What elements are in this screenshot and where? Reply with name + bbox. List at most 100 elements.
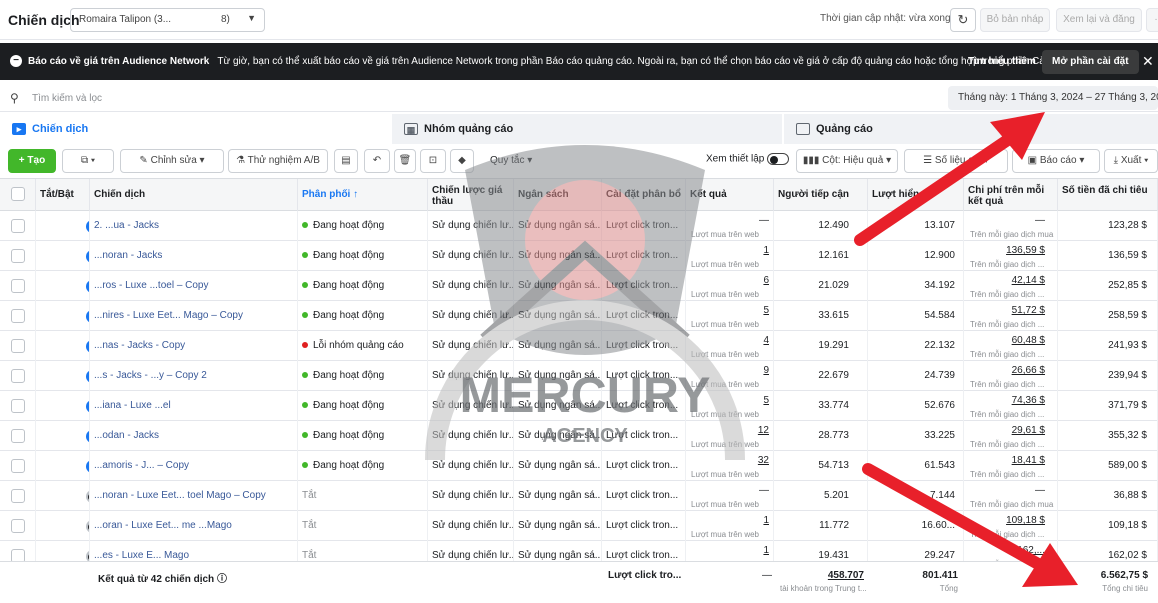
date-range-picker[interactable]: Tháng này: 1 Tháng 3, 2024 – 27 Tháng 3,… (948, 86, 1158, 110)
campaign-name[interactable]: ...s - Jacks - ...y – Copy 2 (90, 361, 298, 391)
rules-dropdown[interactable]: Quy tắc ▾ (490, 155, 532, 166)
table-row[interactable]: ...s - Jacks - ...y – Copy 2 Đang hoạt đ… (0, 361, 1158, 391)
results-value[interactable]: 9 (763, 365, 769, 376)
results-value[interactable]: — (759, 215, 769, 226)
col-impressions[interactable]: Lượt hiển (868, 179, 964, 211)
table-row[interactable]: ...nires - Luxe Eet... Mago – Copy Đang … (0, 301, 1158, 331)
results-value[interactable]: 5 (763, 395, 769, 406)
search-input[interactable]: Tìm kiếm và lọc (32, 93, 102, 104)
discard-drafts-button[interactable]: Bỏ bản nháp (980, 8, 1050, 32)
cost-per-result-value[interactable]: — (1035, 215, 1045, 226)
columns-dropdown[interactable]: ▮▮▮ Cột: Hiệu quả ▾ (796, 149, 898, 173)
cost-per-result-value[interactable]: 26,66 $ (1012, 365, 1045, 376)
clipboard-button[interactable]: ▤ (334, 149, 358, 173)
campaign-name[interactable]: ...noran - Jacks (90, 241, 298, 271)
ab-test-button[interactable]: ⚗ Thử nghiệm A/B (228, 149, 328, 173)
results-value[interactable]: 1 (763, 515, 769, 526)
breakdown-dropdown[interactable]: ☰ Số liệu chi ▾ (904, 149, 1008, 173)
col-results[interactable]: Kết quả (686, 179, 774, 211)
table-row[interactable]: ...oran - Luxe Eet... me ...Mago Tắt Sử … (0, 511, 1158, 541)
delete-button[interactable]: 🗑 (394, 149, 416, 173)
cost-per-result-value[interactable]: 60,48 $ (1012, 335, 1045, 346)
results-value[interactable]: 1 (763, 545, 769, 556)
campaign-name[interactable]: ...ros - Luxe ...toel – Copy (90, 271, 298, 301)
create-button[interactable]: + Tạo (8, 149, 56, 173)
row-checkbox[interactable] (11, 459, 25, 473)
row-checkbox[interactable] (11, 339, 25, 353)
col-campaign[interactable]: Chiến dịch (90, 179, 298, 211)
row-checkbox[interactable] (11, 519, 25, 533)
results-value[interactable]: 6 (763, 275, 769, 286)
cost-per-result-value[interactable]: 74,36 $ (1012, 395, 1045, 406)
learn-more-link[interactable]: Tìm hiểu thêm (968, 56, 1036, 67)
cost-per-result-value[interactable]: 136,59 $ (1006, 245, 1045, 256)
row-checkbox[interactable] (11, 369, 25, 383)
row-checkbox[interactable] (11, 489, 25, 503)
view-setup-toggle[interactable]: Xem thiết lập (706, 153, 790, 165)
cost-per-result-value[interactable]: 162,... (1017, 545, 1045, 556)
reports-dropdown[interactable]: ▣ Báo cáo ▾ (1012, 149, 1100, 173)
totals-reach[interactable]: 458.707 (826, 570, 864, 581)
tab-ads[interactable]: Quảng cáo (784, 114, 1158, 144)
campaign-name[interactable]: ...oran - Luxe Eet... me ...Mago (90, 511, 298, 541)
export-dropdown[interactable]: ⤓ Xuất ▾ (1104, 149, 1158, 173)
campaign-name[interactable]: ...iana - Luxe ...el (90, 391, 298, 421)
preview-button[interactable]: ⊡ (420, 149, 446, 173)
row-checkbox[interactable] (11, 249, 25, 263)
col-budget[interactable]: Ngân sách (514, 179, 602, 211)
row-checkbox[interactable] (11, 309, 25, 323)
row-select-cell (0, 511, 36, 541)
cost-per-result-value[interactable]: 18,41 $ (1012, 455, 1045, 466)
duplicate-button[interactable]: ⧉ ▾ (62, 149, 114, 173)
col-onoff[interactable]: Tắt/Bật (36, 179, 90, 211)
more-button[interactable]: · (1146, 8, 1158, 32)
tab-campaigns[interactable]: ▸ Chiến dịch (0, 114, 390, 144)
results-value[interactable]: — (759, 485, 769, 496)
row-checkbox[interactable] (11, 399, 25, 413)
row-checkbox[interactable] (11, 279, 25, 293)
refresh-button[interactable]: ↻ (950, 8, 976, 32)
table-row[interactable]: ...amoris - J... – Copy Đang hoạt động S… (0, 451, 1158, 481)
campaign-name[interactable]: ...odan - Jacks (90, 421, 298, 451)
select-all-checkbox[interactable] (11, 187, 25, 201)
cost-per-result-value[interactable]: 109,18 $ (1006, 515, 1045, 526)
cost-per-result-value[interactable]: 51,72 $ (1012, 305, 1045, 316)
cost-per-result-value[interactable]: 42,14 $ (1012, 275, 1045, 286)
col-bid-strategy[interactable]: Chiến lược giá thầu (428, 179, 514, 211)
table-row[interactable]: 2. ...ua - Jacks Đang hoạt động Sử dụng … (0, 211, 1158, 241)
table-row[interactable]: ...ros - Luxe ...toel – Copy Đang hoạt đ… (0, 271, 1158, 301)
cost-per-result-value[interactable]: 29,61 $ (1012, 425, 1045, 436)
tab-adsets[interactable]: ▦ Nhóm quảng cáo (392, 114, 782, 144)
account-selector[interactable]: Romaira Talipon (3... 8) ▼ (70, 8, 265, 32)
campaign-name[interactable]: 2. ...ua - Jacks (90, 211, 298, 241)
table-row[interactable]: ...odan - Jacks Đang hoạt động Sử dụng c… (0, 421, 1158, 451)
results-value[interactable]: 4 (763, 335, 769, 346)
open-settings-button[interactable]: Mở phần cài đặt (1042, 50, 1139, 74)
table-row[interactable]: ...iana - Luxe ...el Đang hoạt động Sử d… (0, 391, 1158, 421)
results-value[interactable]: 12 (758, 425, 769, 436)
campaign-name[interactable]: ...nas - Jacks - Copy (90, 331, 298, 361)
campaign-name[interactable]: ...nires - Luxe Eet... Mago – Copy (90, 301, 298, 331)
review-publish-button[interactable]: Xem lại và đăng (1056, 8, 1142, 32)
results-value[interactable]: 1 (763, 245, 769, 256)
view-setup-switch[interactable] (767, 153, 790, 165)
row-checkbox[interactable] (11, 429, 25, 443)
cost-per-result-value[interactable]: — (1035, 485, 1045, 496)
table-row[interactable]: ...nas - Jacks - Copy Lỗi nhóm quảng cáo… (0, 331, 1158, 361)
col-delivery[interactable]: Phân phối ↑ (298, 179, 428, 211)
col-reach[interactable]: Người tiếp cận (774, 179, 868, 211)
col-attribution[interactable]: Cài đặt phân bổ (602, 179, 686, 211)
results-value[interactable]: 32 (758, 455, 769, 466)
undo-button[interactable]: ↶ (364, 149, 390, 173)
results-value[interactable]: 5 (763, 305, 769, 316)
col-cost-per-result[interactable]: Chi phí trên mỗi kết quả (964, 179, 1058, 211)
campaign-name[interactable]: ...amoris - J... – Copy (90, 451, 298, 481)
col-amount-spent[interactable]: Số tiền đã chi tiêu (1058, 179, 1158, 211)
table-row[interactable]: ...noran - Jacks Đang hoạt động Sử dụng … (0, 241, 1158, 271)
edit-button[interactable]: ✎ Chỉnh sửa ▾ (120, 149, 224, 173)
tag-button[interactable]: ◆ (450, 149, 474, 173)
table-row[interactable]: ...noran - Luxe Eet... toel Mago – Copy … (0, 481, 1158, 511)
close-icon[interactable]: ✕ (1142, 53, 1154, 70)
row-checkbox[interactable] (11, 219, 25, 233)
campaign-name[interactable]: ...noran - Luxe Eet... toel Mago – Copy (90, 481, 298, 511)
